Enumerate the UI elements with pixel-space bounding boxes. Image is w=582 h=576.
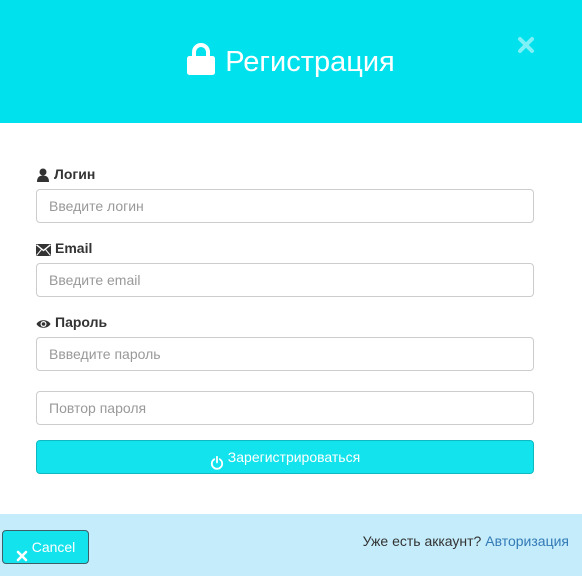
close-icon[interactable] xyxy=(515,34,537,56)
user-icon xyxy=(36,167,50,187)
modal-title-row: Регистрация xyxy=(0,40,582,88)
email-label: Email xyxy=(55,240,93,256)
login-prompt-text: Уже есть аккаунт? xyxy=(362,533,482,549)
password-input[interactable] xyxy=(36,337,534,371)
power-icon xyxy=(210,449,224,481)
modal-header: Регистрация xyxy=(0,0,582,123)
envelope-icon xyxy=(36,241,51,261)
cancel-button-label: Cancel xyxy=(31,539,76,555)
password-repeat-input[interactable] xyxy=(36,391,534,425)
register-button-label: Зарегистрироваться xyxy=(227,449,361,465)
login-link[interactable]: Авторизация xyxy=(485,533,569,549)
close-icon xyxy=(16,541,28,573)
cancel-button[interactable]: Cancel xyxy=(2,530,89,564)
login-input[interactable] xyxy=(36,189,534,223)
email-label-row: Email xyxy=(36,238,92,258)
modal-footer: Cancel Уже есть аккаунт? Авторизация xyxy=(0,514,582,576)
login-prompt: Уже есть аккаунт? Авторизация xyxy=(363,531,569,551)
lock-icon xyxy=(187,43,216,88)
email-input[interactable] xyxy=(36,263,534,297)
password-label: Пароль xyxy=(55,314,108,330)
registration-modal: Регистрация Логин Email xyxy=(0,0,582,576)
modal-title: Регистрация xyxy=(225,46,395,78)
eye-icon xyxy=(36,315,51,335)
login-label: Логин xyxy=(54,166,96,182)
password-label-row: Пароль xyxy=(36,312,107,332)
login-label-row: Логин xyxy=(36,164,95,184)
register-button[interactable]: Зарегистрироваться xyxy=(36,440,534,474)
